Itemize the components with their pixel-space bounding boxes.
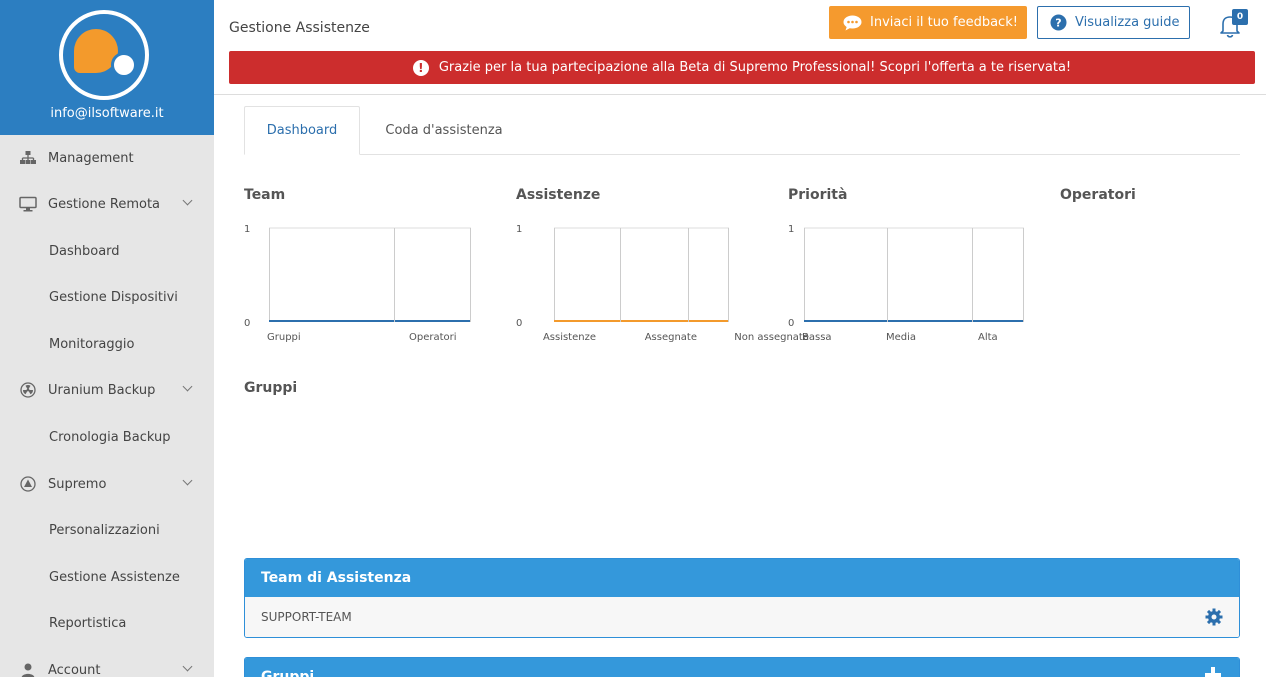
priorita-chart: 1 0 Bassa Media Alta	[788, 224, 1024, 343]
chart-bar	[554, 320, 621, 322]
header-divider	[214, 94, 1266, 95]
sidebar-item-personalizzazioni[interactable]: Personalizzazioni	[0, 507, 214, 553]
chart-bar	[395, 320, 471, 322]
x-tick-label: Assistenze	[543, 332, 596, 343]
y-tick-label: 1	[788, 224, 794, 235]
y-tick-label: 0	[244, 318, 250, 329]
chart-bar	[621, 320, 689, 322]
chart-bar	[269, 320, 395, 322]
sidebar-item-label: Gestione Dispositivi	[49, 289, 178, 305]
y-tick-label: 1	[244, 224, 250, 235]
sidebar-item-cronologia-backup[interactable]: Cronologia Backup	[0, 414, 214, 460]
sidebar-item-label: Dashboard	[49, 243, 120, 259]
chevron-down-icon	[182, 195, 193, 206]
x-tick-label: Gruppi	[267, 332, 301, 343]
sitemap-icon	[19, 149, 37, 167]
supremo-logo	[59, 10, 149, 100]
groups-panel-title: Gruppi	[245, 658, 1239, 677]
feedback-button[interactable]: Inviaci il tuo feedback!	[829, 6, 1027, 39]
svg-text:?: ?	[1055, 17, 1061, 30]
team-panel-title: Team di Assistenza	[245, 559, 1239, 597]
sidebar-item-gestione-dispositivi[interactable]: Gestione Dispositivi	[0, 274, 214, 320]
user-icon	[19, 661, 37, 677]
beta-alert-banner[interactable]: ! Grazie per la tua partecipazione alla …	[229, 51, 1255, 84]
chart-title-assistenze: Assistenze	[516, 187, 601, 203]
sidebar-item-monitoraggio[interactable]: Monitoraggio	[0, 321, 214, 367]
y-tick-label: 1	[516, 224, 522, 235]
feedback-button-label: Inviaci il tuo feedback!	[870, 15, 1018, 30]
x-tick-label: Bassa	[802, 332, 832, 343]
page-title: Gestione Assistenze	[229, 20, 370, 36]
x-tick-label: Assegnate	[645, 332, 697, 343]
guide-button-label: Visualizza guide	[1075, 15, 1180, 30]
sidebar-item-reportistica[interactable]: Reportistica	[0, 600, 214, 646]
sidebar-item-account[interactable]: Account	[0, 647, 214, 677]
sidebar-item-label: Gestione Assistenze	[49, 569, 180, 585]
x-tick-label: Alta	[978, 332, 998, 343]
sidebar-item-label: Reportistica	[49, 615, 127, 631]
sidebar-item-label: Gestione Remota	[48, 196, 161, 212]
sidebar-item-label: Management	[48, 150, 134, 166]
alert-text: Grazie per la tua partecipazione alla Be…	[438, 60, 1072, 75]
sidebar-item-label: Monitoraggio	[49, 336, 135, 352]
groups-panel-label: Gruppi	[261, 669, 315, 677]
sidebar-item-gestione-remota[interactable]: Gestione Remota	[0, 181, 214, 227]
x-tick-label: Media	[886, 332, 916, 343]
gear-icon[interactable]	[1205, 608, 1223, 626]
monitor-icon	[19, 195, 37, 213]
chart-bar	[804, 320, 888, 322]
team-name: SUPPORT-TEAM	[261, 610, 352, 624]
sidebar-item-label: Account	[48, 662, 101, 677]
gruppi-section-title: Gruppi	[244, 380, 298, 396]
guide-button[interactable]: ? Visualizza guide	[1037, 6, 1190, 39]
exclamation-circle-icon: !	[412, 59, 429, 76]
chevron-down-icon	[182, 381, 193, 392]
sidebar-item-label: Supremo	[48, 476, 107, 492]
sidebar-item-management[interactable]: Management	[0, 135, 214, 181]
sidebar-item-label: Personalizzazioni	[49, 522, 160, 538]
sidebar-item-uranium-backup[interactable]: Uranium Backup	[0, 367, 214, 413]
sidebar-item-dashboard[interactable]: Dashboard	[0, 228, 214, 274]
chart-bar	[888, 320, 973, 322]
assistenze-chart: 10Assistenze Assegnate Non assegnate	[516, 224, 809, 343]
sidebar-item-supremo[interactable]: Supremo	[0, 461, 214, 507]
table-row[interactable]: SUPPORT-TEAM	[245, 597, 1239, 637]
chart-title-team: Team	[244, 187, 286, 203]
supremo-icon	[19, 475, 37, 493]
user-email[interactable]: info@ilsoftware.it	[0, 106, 214, 121]
question-circle-icon: ?	[1050, 14, 1067, 31]
sidebar-item-label: Cronologia Backup	[49, 429, 171, 445]
tab-coda-assistenza[interactable]: Coda d'assistenza	[370, 106, 518, 155]
sidebar-header: info@ilsoftware.it	[0, 0, 214, 135]
x-tick-label: Operatori	[409, 332, 457, 343]
y-tick-label: 0	[516, 318, 522, 329]
sidebar-item-label: Uranium Backup	[48, 382, 156, 398]
groups-panel: Gruppi	[244, 657, 1240, 677]
chart-bar	[689, 320, 729, 322]
team-panel: Team di Assistenza SUPPORT-TEAM	[244, 558, 1240, 638]
team-chart: 1 0 Gruppi Operatori	[244, 224, 471, 343]
radiation-icon	[19, 381, 37, 399]
notification-count-badge: 0	[1232, 9, 1248, 25]
chevron-down-icon	[182, 475, 193, 486]
chart-bar	[973, 320, 1024, 322]
chevron-down-icon	[182, 661, 193, 672]
sidebar: info@ilsoftware.it Management Gestione R…	[0, 0, 214, 677]
chart-title-priorita: Priorità	[788, 187, 848, 203]
y-tick-label: 0	[788, 318, 794, 329]
sidebar-item-gestione-assistenze[interactable]: Gestione Assistenze	[0, 554, 214, 600]
chart-title-operatori: Operatori	[1060, 187, 1136, 203]
tab-dashboard[interactable]: Dashboard	[244, 106, 360, 155]
plus-icon[interactable]	[1205, 667, 1221, 677]
chat-bubble-icon	[843, 15, 862, 31]
